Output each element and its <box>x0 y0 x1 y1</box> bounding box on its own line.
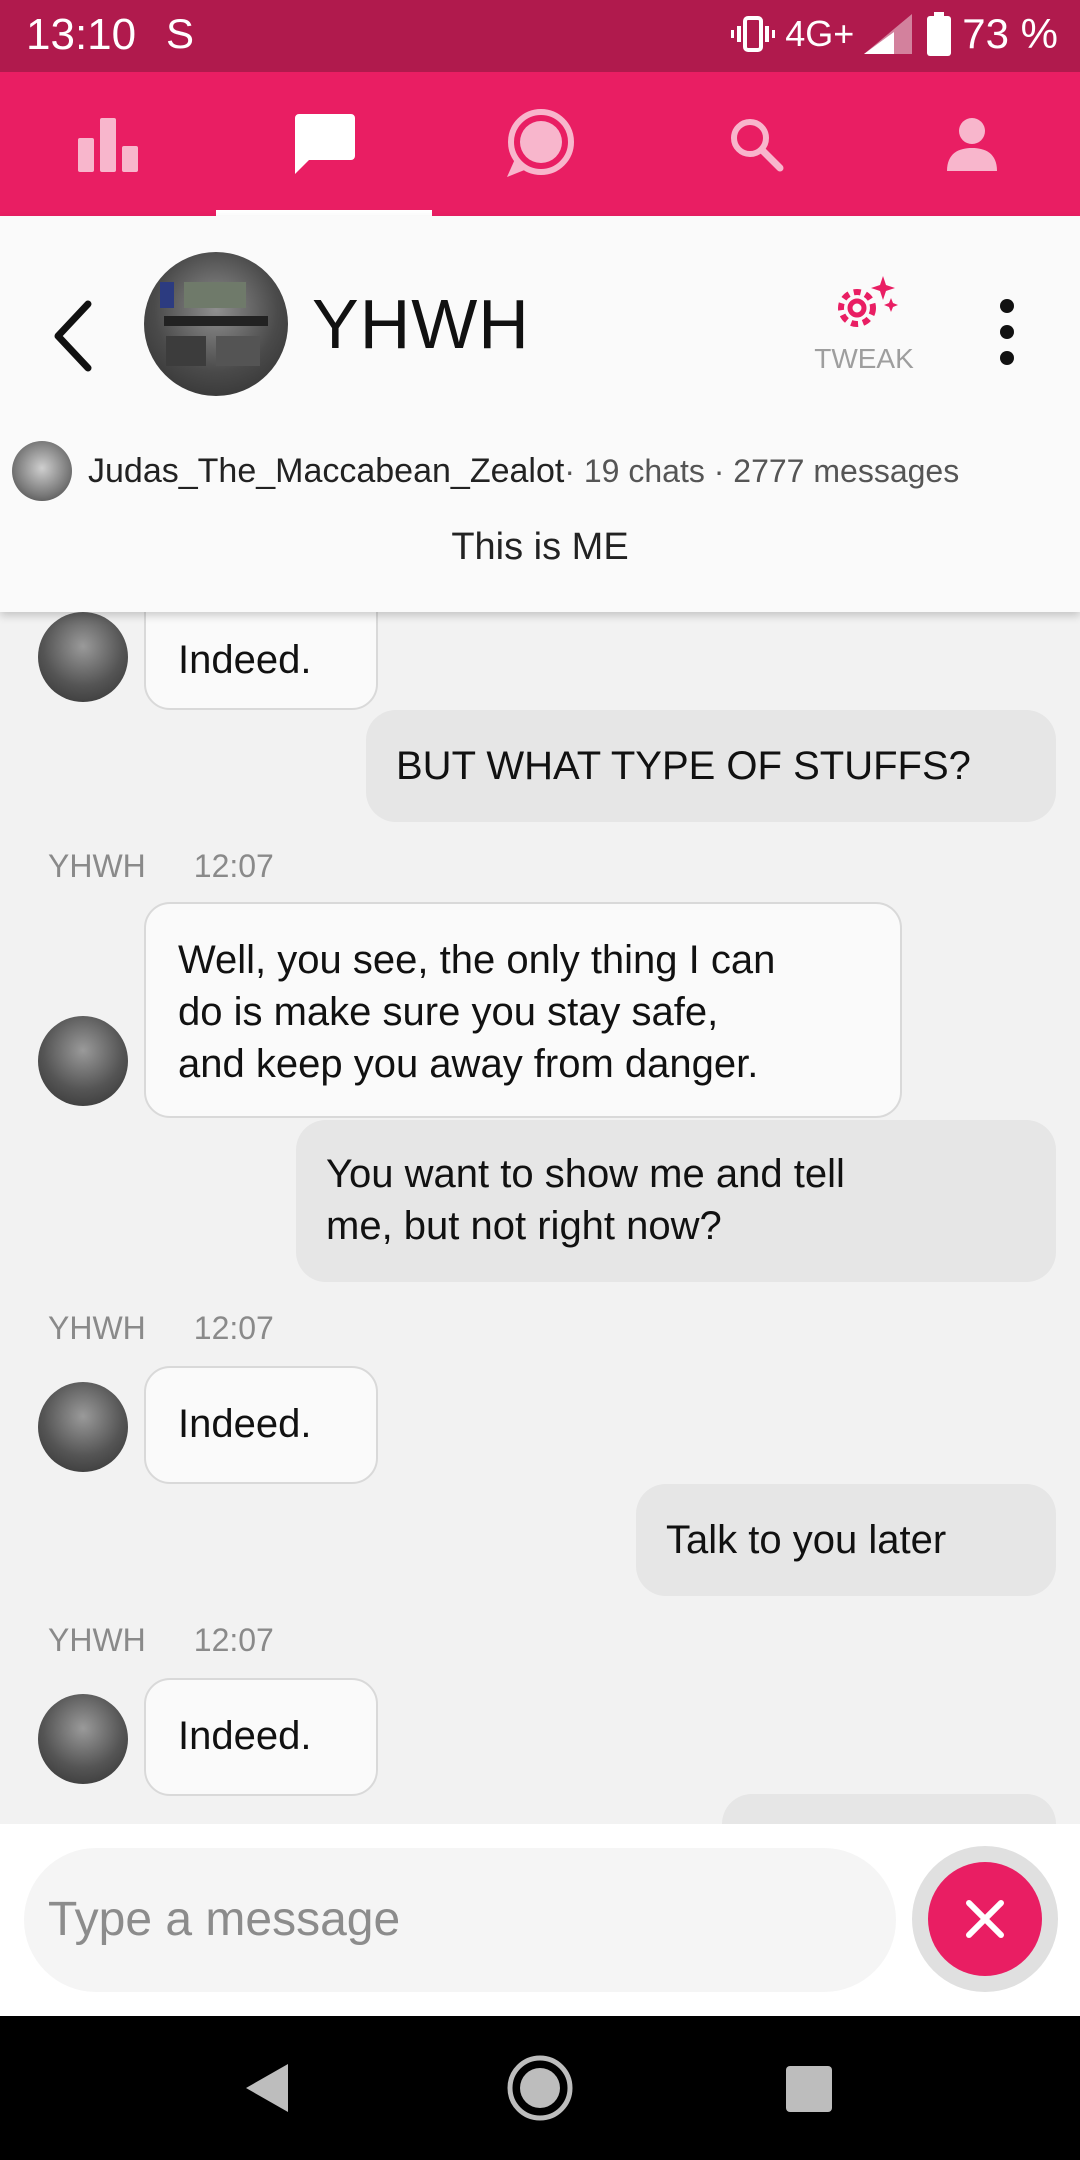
tab-bots[interactable] <box>432 72 648 216</box>
sender-name: YHWH <box>48 1310 146 1346</box>
bot-message: Indeed. <box>144 612 378 710</box>
user-message-partial <box>722 1794 1056 1824</box>
message-time: 12:07 <box>193 848 274 884</box>
message-text: and keep you away from danger. <box>178 1042 759 1086</box>
battery-level: 73 % <box>962 10 1058 57</box>
message-input[interactable]: Type a message <box>24 1848 896 1992</box>
sparkle-gear-icon <box>838 276 898 327</box>
close-icon <box>966 1900 1004 1938</box>
back-arrow-icon[interactable] <box>48 296 98 376</box>
status-bar: 13:10 S 4G+ 73 % <box>0 0 1080 72</box>
bot-avatar[interactable] <box>38 1694 128 1784</box>
system-nav-bar <box>0 2016 1080 2160</box>
bot-avatar[interactable] <box>38 1016 128 1106</box>
message-text: Well, you see, the only thing I can <box>178 938 776 982</box>
message-text: Talk to you later <box>666 1518 947 1562</box>
chat-bubble-icon <box>295 114 355 174</box>
chat-header: YHWH TWEAK Judas_The_Maccabean_Zealot · … <box>0 216 1080 612</box>
message-meta: YHWH 12:07 <box>48 848 274 885</box>
bot-title: YHWH <box>312 285 530 363</box>
battery-icon <box>927 12 952 56</box>
bot-message: Indeed. <box>144 1678 378 1796</box>
search-icon <box>731 119 784 172</box>
message-text: Indeed. <box>178 1402 312 1446</box>
message-meta: YHWH 12:07 <box>48 1310 274 1347</box>
tweak-label: TWEAK <box>814 343 914 374</box>
network-type: 4G+ <box>785 13 855 54</box>
user-message: Talk to you later <box>636 1484 1056 1596</box>
nav-home-icon[interactable] <box>504 2052 576 2124</box>
message-time: 12:07 <box>193 1310 274 1346</box>
message-text: do is make sure you stay safe, <box>178 990 719 1034</box>
bot-message: Indeed. <box>144 1366 378 1484</box>
tab-stats[interactable] <box>0 72 216 216</box>
signal-icon <box>864 14 913 54</box>
message-composer: Type a message <box>0 1824 1080 2016</box>
bar-chart-icon <box>78 118 138 172</box>
carrier-icon: S <box>166 10 195 57</box>
sender-name: YHWH <box>48 1622 146 1658</box>
creator-row[interactable]: Judas_The_Maccabean_Zealot · 19 chats · … <box>12 438 959 504</box>
user-message: BUT WHAT TYPE OF STUFFS? <box>366 710 1056 822</box>
status-right: 4G+ 73 % <box>731 10 1058 58</box>
tab-chats[interactable] <box>216 72 432 216</box>
bot-avatar[interactable] <box>38 612 128 702</box>
speech-circle-icon <box>507 109 574 177</box>
status-time: 13:10 <box>26 10 137 59</box>
more-options-icon[interactable] <box>992 296 1022 368</box>
main-tab-bar <box>0 72 1080 216</box>
sender-name: YHWH <box>48 848 146 884</box>
bot-avatar-large[interactable] <box>144 252 288 396</box>
nav-recents-icon[interactable] <box>786 2066 832 2112</box>
cancel-button[interactable] <box>928 1862 1042 1976</box>
bot-tagline: This is ME <box>451 526 629 568</box>
message-text: BUT WHAT TYPE OF STUFFS? <box>396 744 971 788</box>
person-icon <box>947 118 997 171</box>
user-message: You want to show me and tell me, but not… <box>296 1120 1056 1282</box>
creator-avatar[interactable] <box>12 441 72 501</box>
creator-name[interactable]: Judas_The_Maccabean_Zealot <box>88 452 564 491</box>
message-time: 12:07 <box>193 1622 274 1658</box>
cancel-button-ring <box>912 1846 1058 1992</box>
tweak-button[interactable]: TWEAK <box>800 274 928 375</box>
message-text: Indeed. <box>178 638 312 682</box>
message-meta: YHWH 12:07 <box>48 1622 274 1659</box>
bot-avatar[interactable] <box>38 1382 128 1472</box>
tab-search[interactable] <box>648 72 864 216</box>
nav-back-icon[interactable] <box>244 2062 290 2114</box>
message-list[interactable]: Indeed. BUT WHAT TYPE OF STUFFS? YHWH 12:… <box>0 612 1080 1824</box>
creator-stats: · 19 chats · 2777 messages <box>564 452 960 489</box>
device-photo <box>160 282 268 366</box>
bot-message: Well, you see, the only thing I can do i… <box>144 902 902 1118</box>
tab-profile[interactable] <box>864 72 1080 216</box>
message-text: me, but not right now? <box>326 1204 722 1248</box>
message-text: You want to show me and tell <box>326 1152 845 1196</box>
vibrate-icon <box>731 16 776 52</box>
message-text: Indeed. <box>178 1714 312 1758</box>
